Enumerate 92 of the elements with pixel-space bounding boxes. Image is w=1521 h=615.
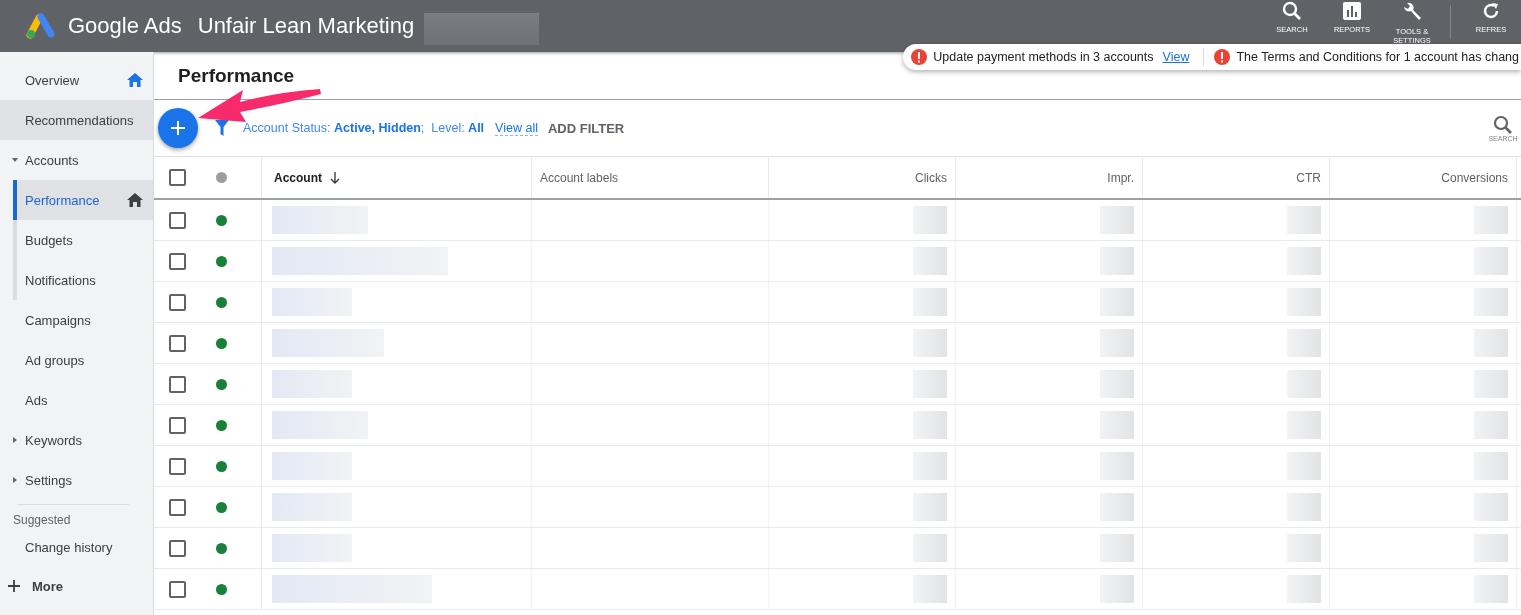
- nav-item[interactable]: Overview: [0, 60, 153, 100]
- nav-item[interactable]: Keywords: [0, 420, 153, 460]
- notification-text: Update payment methods in 3 accounts: [933, 50, 1154, 64]
- redacted-block: [913, 288, 947, 316]
- redacted-block: [1100, 534, 1134, 562]
- checkbox[interactable]: [168, 416, 186, 434]
- column-header[interactable]: Clicks: [769, 157, 956, 198]
- redacted-block: [913, 206, 947, 234]
- page-title: Performance: [178, 64, 295, 87]
- plus-icon: [171, 121, 185, 135]
- redacted-block: [1100, 575, 1134, 603]
- nav-item[interactable]: Accounts: [0, 140, 153, 180]
- view-all-link[interactable]: View all: [495, 120, 538, 136]
- plus-icon: [8, 580, 20, 592]
- status-dot: [216, 172, 227, 183]
- filter-summary[interactable]: Account Status: Active, Hidden; Level: All: [243, 121, 485, 135]
- redacted-block: [1474, 370, 1508, 398]
- redacted-block: [913, 452, 947, 480]
- nav-item[interactable]: Campaigns: [0, 300, 153, 340]
- redacted-block: [1100, 370, 1134, 398]
- refresh-icon: [1481, 1, 1501, 21]
- view-link[interactable]: View: [1162, 50, 1190, 64]
- more-button[interactable]: More: [0, 567, 64, 605]
- filter-icon: [215, 120, 229, 136]
- checkbox[interactable]: [168, 252, 186, 270]
- redacted-block: [1474, 329, 1508, 357]
- checkbox[interactable]: [168, 293, 186, 311]
- redacted-block: [913, 370, 947, 398]
- redacted-block: [1100, 493, 1134, 521]
- checkbox[interactable]: [168, 580, 186, 598]
- column-header[interactable]: Conversions: [1330, 157, 1517, 198]
- redacted-block: [913, 329, 947, 357]
- redacted-block: [1474, 452, 1508, 480]
- redacted-block: [1287, 206, 1321, 234]
- redacted-block: [913, 411, 947, 439]
- alert-icon: [1214, 49, 1231, 65]
- redacted-block: [1474, 206, 1508, 234]
- redacted-block: [1287, 329, 1321, 357]
- redacted-block: [1287, 575, 1321, 603]
- add-filter-button[interactable]: ADD FILTER: [541, 119, 631, 137]
- wrench-icon: [1401, 1, 1423, 23]
- nav-item[interactable]: Change history: [0, 527, 153, 567]
- redacted-block: [1287, 452, 1321, 480]
- redacted-block: [1100, 288, 1134, 316]
- redacted-block: [1100, 247, 1134, 275]
- redacted-block: [1287, 288, 1321, 316]
- redacted-block: [1474, 534, 1508, 562]
- redacted-block: [1100, 452, 1134, 480]
- column-header[interactable]: Account labels: [532, 157, 769, 198]
- redacted-block: [1474, 411, 1508, 439]
- nav-item[interactable]: Ads: [0, 380, 153, 420]
- redacted-block: [913, 493, 947, 521]
- checkbox[interactable]: [168, 498, 186, 516]
- nav-item[interactable]: Notifications: [17, 260, 153, 300]
- redacted-block: [1287, 411, 1321, 439]
- checkbox[interactable]: [168, 539, 186, 557]
- checkbox[interactable]: [168, 211, 186, 229]
- alert-icon: [911, 49, 928, 65]
- redacted-block: [1100, 329, 1134, 357]
- search-icon: [1282, 1, 1302, 21]
- redacted-block: [1287, 534, 1321, 562]
- nav-item[interactable]: Ad groups: [0, 340, 153, 380]
- redacted-block: [1474, 493, 1508, 521]
- checkbox[interactable]: [168, 457, 186, 475]
- add-button[interactable]: [158, 108, 198, 148]
- column-header[interactable]: Account: [262, 157, 532, 198]
- redacted-block: [913, 534, 947, 562]
- checkbox[interactable]: [168, 375, 186, 393]
- product-name: Google Ads: [68, 13, 182, 39]
- redacted-block: [1474, 575, 1508, 603]
- search-icon: [1493, 114, 1513, 135]
- checkbox[interactable]: [168, 334, 186, 352]
- redacted-block: [1100, 206, 1134, 234]
- column-header[interactable]: CTR: [1143, 157, 1330, 198]
- nav-item[interactable]: Budgets: [17, 220, 153, 260]
- nav-item[interactable]: Performance: [13, 180, 153, 220]
- redacted-block: [913, 575, 947, 603]
- account-name: Unfair Lean Marketing: [197, 13, 415, 39]
- redacted-block: [1100, 411, 1134, 439]
- notification-text: The Terms and Conditions for 1 account has chang: [1236, 50, 1519, 64]
- redacted-block: [913, 247, 947, 275]
- redacted-block: [1474, 288, 1508, 316]
- redacted-block: [1474, 247, 1508, 275]
- section-heading: Suggested: [12, 512, 72, 527]
- redacted-block: [1287, 493, 1321, 521]
- logo-icon: [26, 13, 56, 39]
- checkbox[interactable]: [168, 169, 186, 186]
- redacted-block: [1287, 370, 1321, 398]
- nav-item[interactable]: Recommendations: [0, 100, 153, 140]
- nav-item[interactable]: Settings: [0, 460, 153, 500]
- redacted-block: [1287, 247, 1321, 275]
- column-header[interactable]: Impr.: [956, 157, 1143, 198]
